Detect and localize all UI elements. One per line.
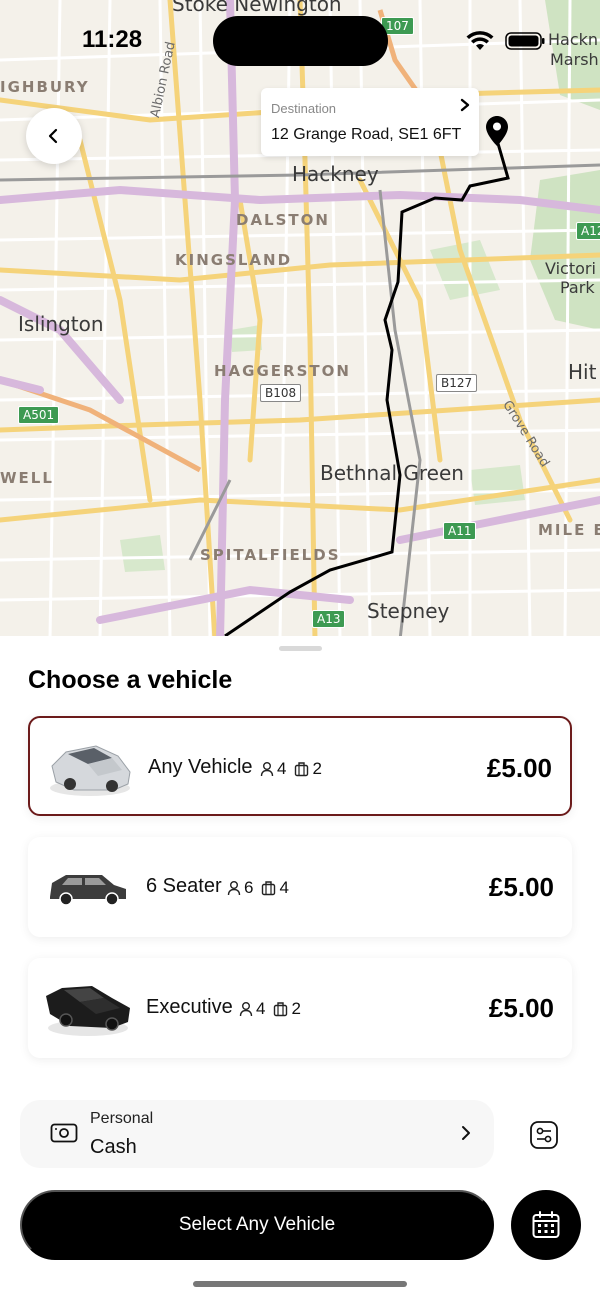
status-time: 11:28: [82, 26, 143, 53]
person-icon: [227, 881, 241, 896]
vehicle-name: Any Vehicle: [148, 756, 253, 778]
road-badge: B127: [436, 374, 478, 392]
status-icons: [466, 30, 546, 52]
select-vehicle-button[interactable]: Select Any Vehicle: [20, 1190, 494, 1260]
calendar-icon: [532, 1211, 560, 1238]
destination-label: Destination: [271, 101, 337, 116]
vehicle-name: Executive: [146, 996, 233, 1018]
road-badge: B108: [260, 384, 302, 402]
sheet-grabber[interactable]: [279, 646, 322, 651]
destination-card[interactable]: Destination 12 Grange Road, SE1 6FT: [261, 88, 479, 156]
person-icon: [260, 762, 274, 777]
vehicle-sheet: Choose a vehicle Any Vehicle 4 2 £5.00 6…: [0, 636, 600, 1300]
map-place-label: Islington: [18, 312, 104, 336]
passenger-count: 6: [244, 878, 254, 897]
map-area-label: MILE E: [538, 521, 600, 539]
luggage-icon: [295, 762, 309, 777]
luggage-icon: [262, 881, 276, 896]
vehicle-capacity: 4 2: [260, 759, 322, 779]
passenger-count: 4: [277, 759, 287, 778]
map-place-label: Stoke Newington: [172, 0, 342, 16]
vehicle-price: £5.00: [486, 753, 552, 783]
road-badge: A12: [576, 222, 600, 240]
back-chevron-icon: [48, 128, 58, 144]
forward-chevron-icon: [462, 1126, 470, 1140]
road-badge: A501: [18, 406, 60, 424]
vehicle-price: £5.00: [488, 872, 554, 902]
schedule-ride-button[interactable]: [511, 1190, 581, 1260]
vehicle-option-any[interactable]: Any Vehicle 4 2 £5.00: [28, 716, 572, 816]
map-view[interactable]: Stoke Newington Hackney Islington Bethna…: [0, 0, 600, 640]
vehicle-option-6-seater[interactable]: 6 Seater 6 4 £5.00: [28, 837, 572, 937]
filter-icon: [530, 1121, 558, 1149]
executive-car-image: [46, 986, 130, 1036]
forward-chevron-icon: [460, 98, 470, 112]
wifi-icon: [466, 31, 494, 50]
map-place-label: Victori: [545, 259, 596, 278]
vehicle-price: £5.00: [488, 993, 554, 1023]
home-indicator: [193, 1281, 407, 1287]
luggage-count: 4: [279, 878, 289, 897]
person-icon: [239, 1002, 253, 1017]
road-badge: A13: [312, 610, 346, 628]
passenger-count: 4: [256, 999, 266, 1018]
map-place-label: Hit: [568, 360, 597, 384]
sheet-title: Choose a vehicle: [28, 666, 233, 694]
map-area-label: KINGSLAND: [175, 251, 293, 269]
cash-icon: [50, 1123, 78, 1143]
map-area-label: SPITALFIELDS: [200, 546, 341, 564]
map-area-label: HAGGERSTON: [214, 362, 351, 380]
luggage-icon: [274, 1002, 288, 1017]
map-place-label: Park: [560, 278, 595, 297]
vehicle-capacity: 4 2: [239, 999, 301, 1019]
car-image: [50, 745, 131, 796]
van-image: [50, 875, 126, 906]
vehicle-name: 6 Seater: [146, 875, 222, 897]
dynamic-island: [213, 16, 388, 66]
vehicle-capacity: 6 4: [227, 878, 289, 898]
map-area-label: WELL: [0, 469, 54, 487]
preferences-button[interactable]: [524, 1115, 564, 1155]
vehicle-option-executive[interactable]: Executive 4 2 £5.00: [28, 958, 572, 1058]
map-place-label: Stepney: [367, 599, 450, 623]
map-place-label: Hackn: [548, 30, 599, 49]
back-button[interactable]: [26, 108, 82, 164]
payment-method-selector[interactable]: Personal Cash: [20, 1100, 494, 1168]
map-area-label: IGHBURY: [0, 78, 90, 96]
map-place-label: Hackney: [292, 162, 379, 186]
destination-address: 12 Grange Road, SE1 6FT: [271, 126, 462, 143]
map-place-label: Bethnal Green: [320, 461, 464, 485]
map-pin-icon: [486, 116, 508, 146]
luggage-count: 2: [291, 999, 301, 1018]
luggage-count: 2: [312, 759, 322, 778]
map-place-label: Marsh: [550, 50, 599, 69]
road-badge: A11: [443, 522, 477, 540]
map-area-label: DALSTON: [236, 211, 330, 229]
payment-value: Cash: [90, 1136, 137, 1158]
payment-label: Personal: [90, 1110, 154, 1127]
battery-icon: [505, 32, 545, 50]
